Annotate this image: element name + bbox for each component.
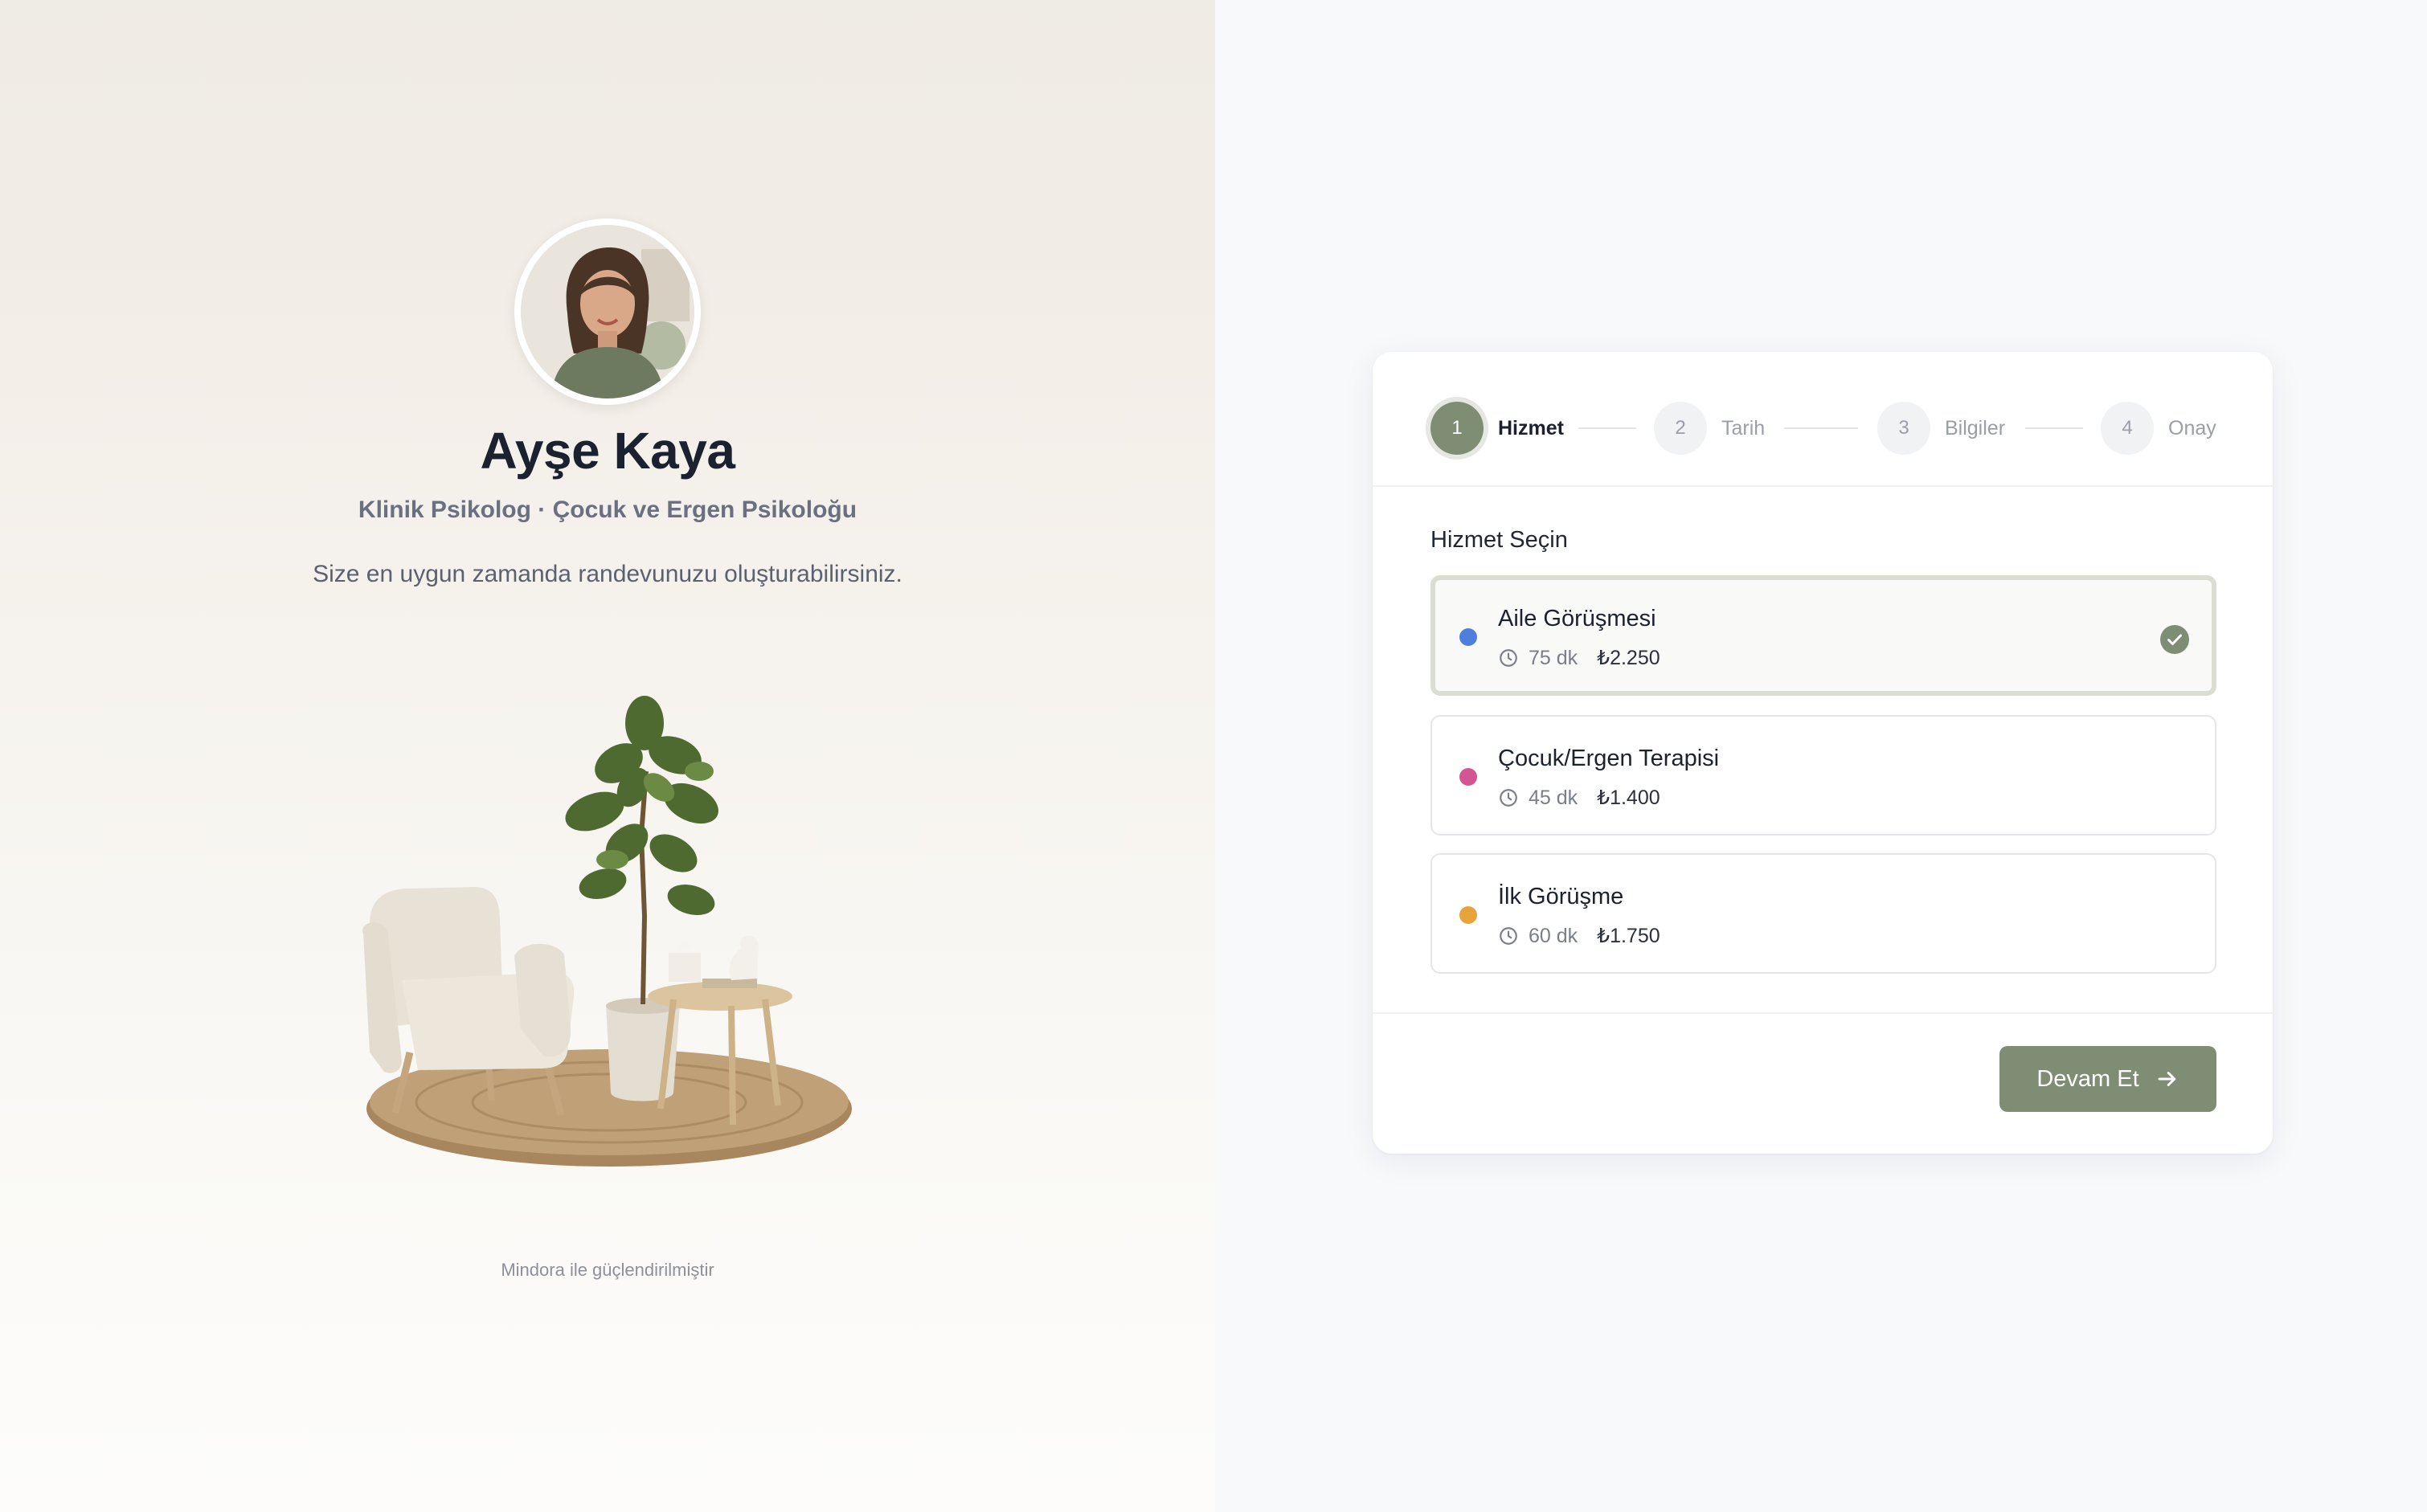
stepper: 1 Hizmet 2 Tarih 3 Bilgiler 4 Onay	[1373, 352, 2273, 487]
service-price: ₺2.250	[1597, 647, 1660, 669]
step-number: 1	[1430, 402, 1484, 455]
profile-panel: Ayşe Kaya Klinik Psikolog · Çocuk ve Erg…	[0, 0, 1215, 1512]
service-meta: 45 dk ₺1.400	[1498, 786, 1660, 810]
therapy-room-illustration	[362, 696, 852, 1167]
card-footer: Devam Et	[1373, 1012, 2273, 1154]
service-title: Aile Görüşmesi	[1498, 606, 1656, 631]
service-duration: 45 dk	[1529, 786, 1578, 809]
step-connector	[1784, 427, 1858, 429]
step-connector	[2025, 427, 2083, 429]
step-service[interactable]: 1 Hizmet	[1430, 402, 1564, 455]
step-label: Tarih	[1721, 416, 1766, 439]
service-price: ₺1.750	[1597, 925, 1660, 947]
continue-button[interactable]: Devam Et	[1999, 1046, 2216, 1112]
service-price: ₺1.400	[1597, 787, 1660, 809]
service-option-family[interactable]: Aile Görüşmesi 75 dk ₺2.250	[1430, 575, 2216, 696]
step-details[interactable]: 3 Bilgiler	[1877, 402, 2005, 455]
service-color-dot	[1459, 768, 1477, 786]
powered-by-label: Mindora ile güçlendirilmiştir	[501, 1260, 714, 1280]
arrow-right-icon	[2158, 1072, 2175, 1086]
service-duration: 75 dk	[1529, 646, 1578, 669]
step-number: 4	[2101, 402, 2154, 455]
step-label: Onay	[2168, 416, 2216, 439]
profile-subtitle: Klinik Psikolog · Çocuk ve Ergen Psikolo…	[358, 497, 857, 523]
avatar	[514, 219, 701, 405]
booking-card: 1 Hizmet 2 Tarih 3 Bilgiler 4 Onay Hizme…	[1373, 352, 2273, 1154]
service-option-first-session[interactable]: İlk Görüşme 60 dk ₺1.750	[1430, 853, 2216, 974]
clock-icon	[1500, 789, 1517, 807]
step-number: 2	[1654, 402, 1707, 455]
avatar-photo	[521, 225, 694, 398]
step-number: 3	[1877, 402, 1930, 455]
step-label: Hizmet	[1498, 416, 1564, 439]
clock-icon	[1500, 649, 1517, 667]
service-option-child-teen[interactable]: Çocuk/Ergen Terapisi 45 dk ₺1.400	[1430, 715, 2216, 836]
service-meta: 75 dk ₺2.250	[1498, 646, 1660, 670]
step-confirm[interactable]: 4 Onay	[2101, 402, 2216, 455]
service-title: Çocuk/Ergen Terapisi	[1498, 746, 1720, 771]
service-color-dot	[1459, 628, 1477, 646]
service-duration: 60 dk	[1529, 924, 1578, 947]
section-title: Hizmet Seçin	[1430, 527, 1568, 553]
step-connector	[1578, 427, 1636, 429]
step-date[interactable]: 2 Tarih	[1654, 402, 1765, 455]
check-circle-icon	[2160, 625, 2189, 654]
continue-label: Devam Et	[2036, 1065, 2139, 1092]
service-meta: 60 dk ₺1.750	[1498, 924, 1660, 948]
service-title: İlk Görüşme	[1498, 884, 1624, 909]
profile-tagline: Size en uygun zamanda randevunuzu oluştu…	[313, 561, 902, 587]
step-label: Bilgiler	[1945, 416, 2006, 439]
service-color-dot	[1459, 906, 1477, 924]
clock-icon	[1500, 927, 1517, 945]
profile-name: Ayşe Kaya	[480, 422, 735, 480]
